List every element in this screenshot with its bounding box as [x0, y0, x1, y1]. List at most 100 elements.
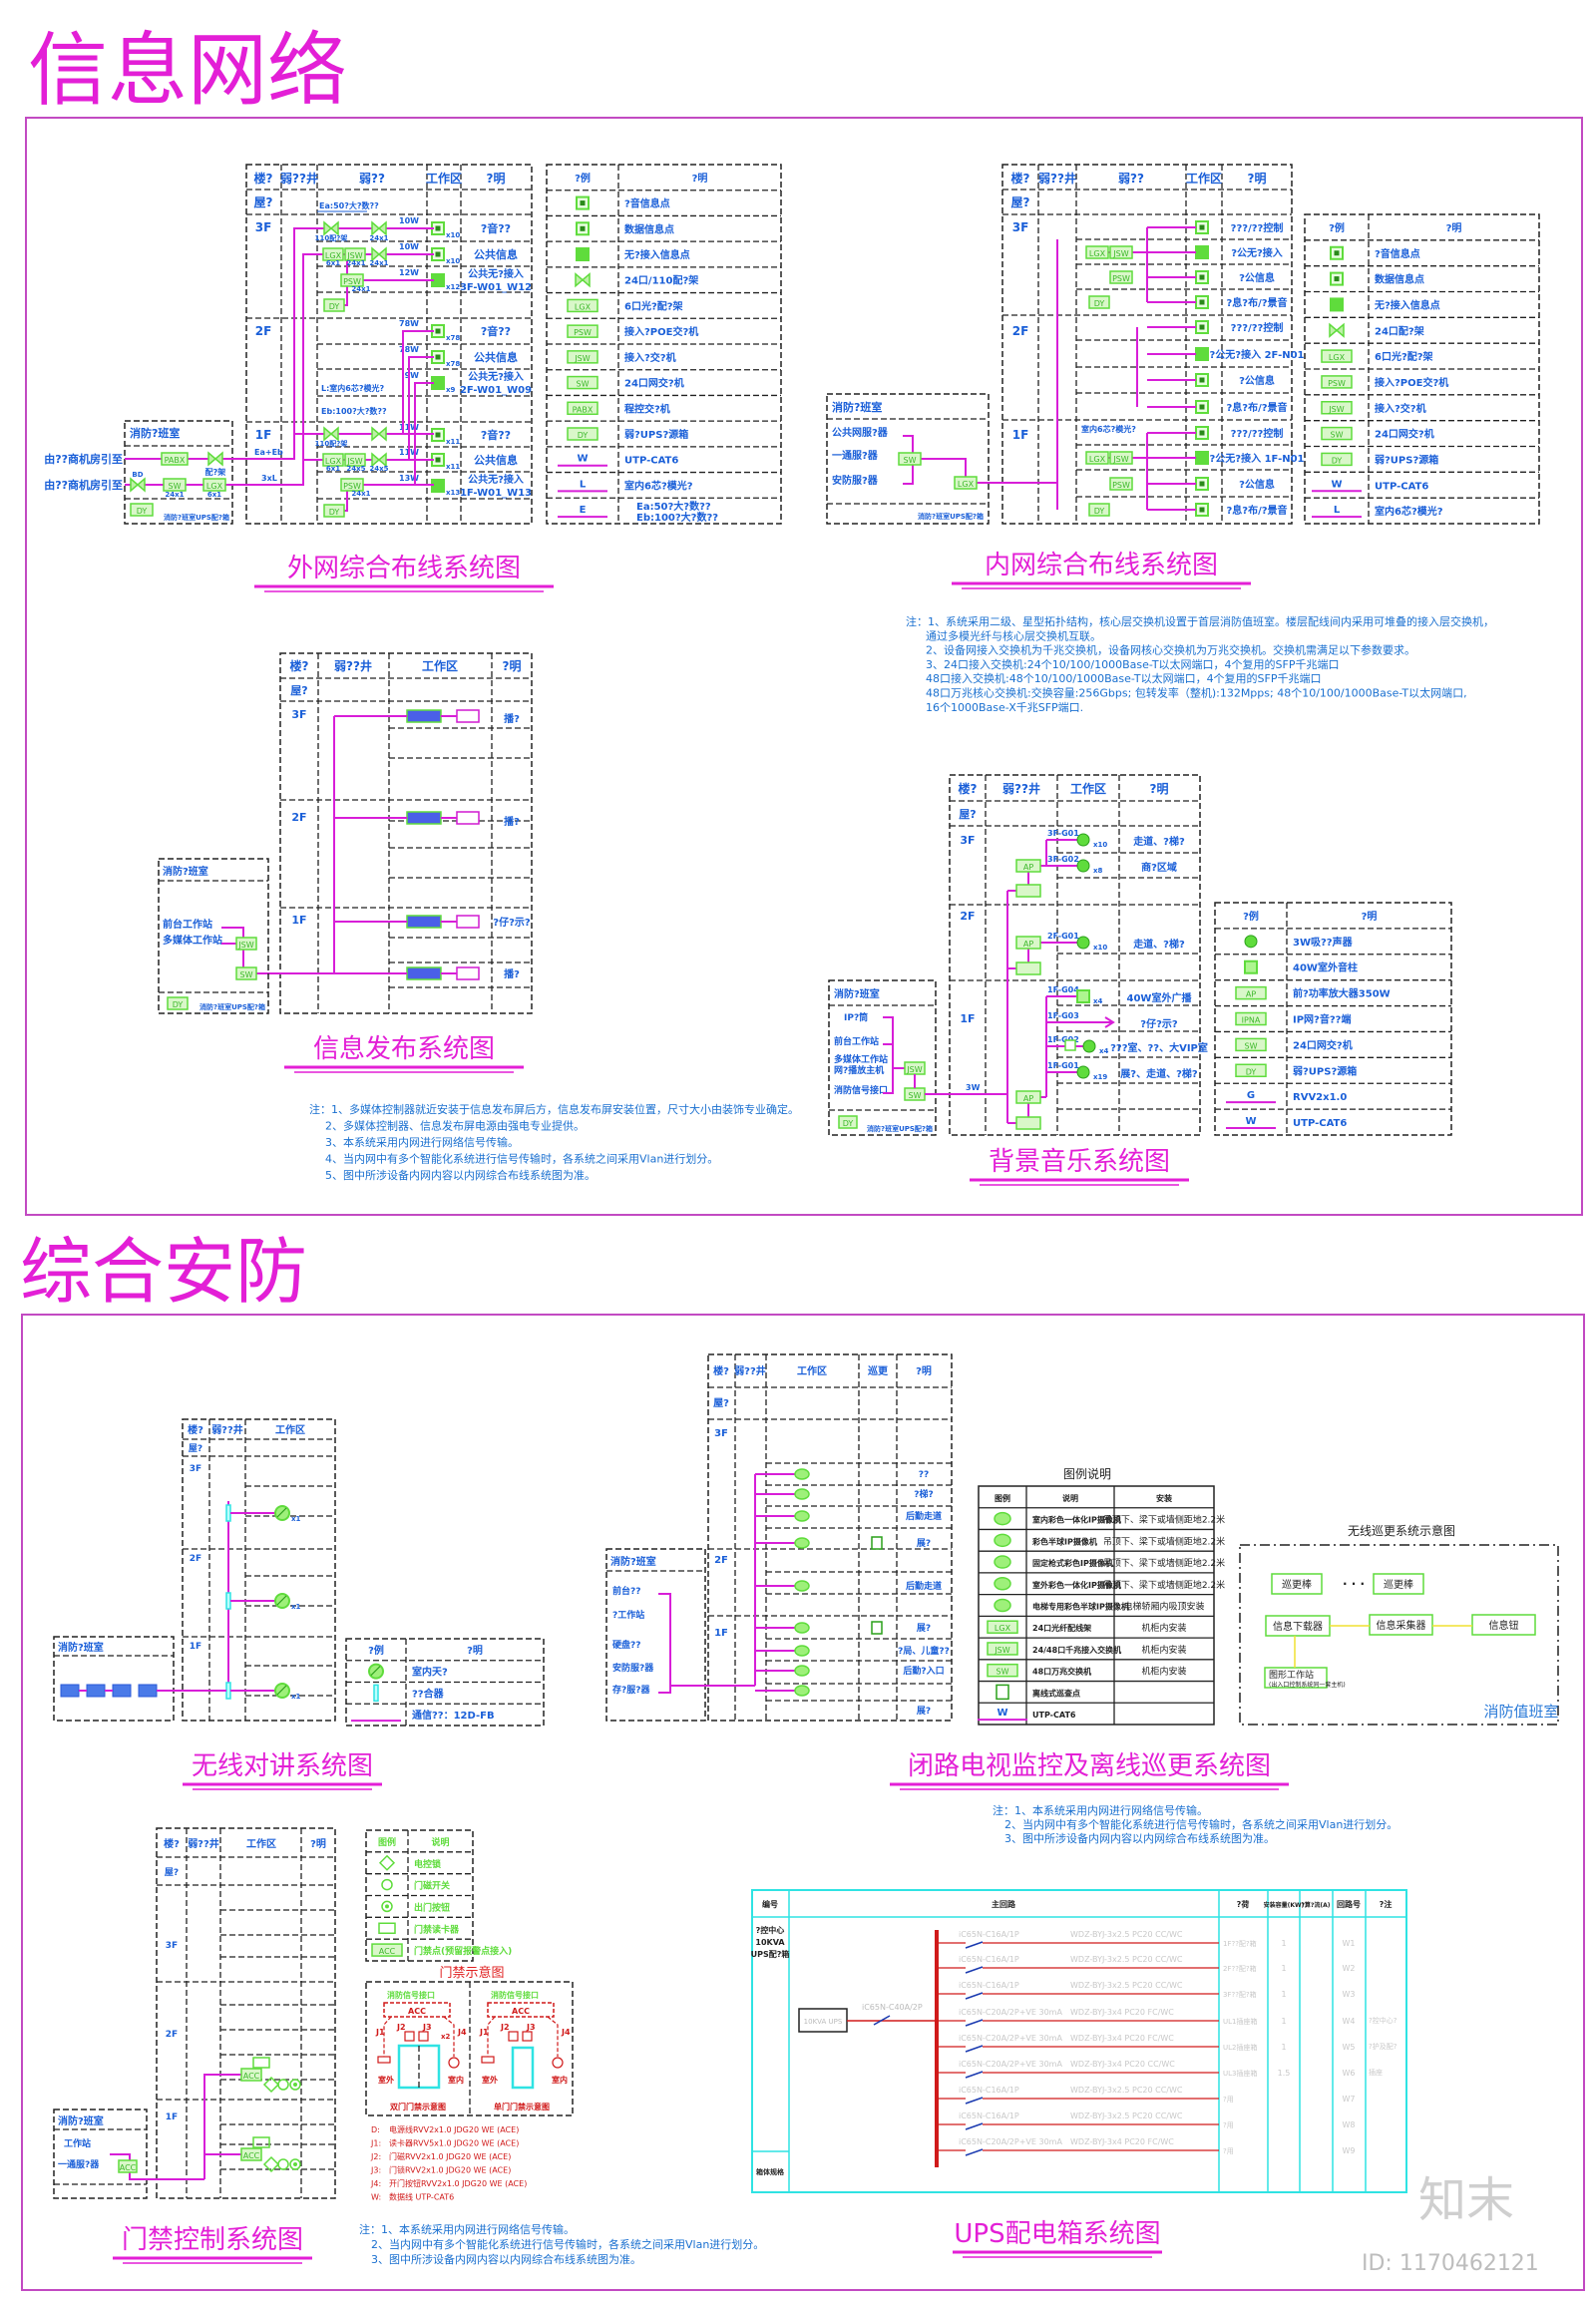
patrol-point-icon: [996, 1684, 1009, 1701]
legend-label: UTP-CAT6: [1293, 1118, 1347, 1129]
card-reader-icon: [252, 2136, 270, 2148]
device-code: IPNA: [1242, 1016, 1261, 1025]
workstation-label: 图形工作站: [1269, 1669, 1314, 1681]
room-name: 消防?班室: [834, 987, 880, 1000]
outlet-count: x12: [446, 283, 460, 291]
work-area-desc: 展?: [917, 1706, 931, 1717]
port-label: 24x1: [346, 259, 365, 267]
patrol-stick-box-label: 巡更棒: [1282, 1578, 1312, 1591]
ups-header: 主回路: [992, 1899, 1016, 1909]
floor-label: 屋?: [165, 1867, 179, 1878]
note-line: 2、设备网接入交换机为千兆交换机，设备网核心交换机为万兆交换机。交换机需满足以下…: [926, 643, 1415, 657]
legend-label: UTP-CAT6: [624, 456, 678, 467]
legend-install: 吊顶下、梁下或墙侧距地2.2米: [1103, 1514, 1225, 1526]
diagram-title: 外网综合布线系统图: [287, 554, 521, 583]
circuit-number: W3: [1343, 1990, 1356, 1999]
radio-base-station-icon: [138, 1684, 158, 1698]
floor-label: 3F: [1012, 220, 1029, 234]
fire-interface-label: 消防信号接口: [387, 1990, 435, 2000]
outlet-dot: [1199, 299, 1205, 305]
port-label: J4: [457, 2028, 467, 2037]
cable-label: WDZ-BYJ-3x4 PC20 FC/WC: [1070, 2008, 1174, 2017]
column-header: 工作区: [275, 1423, 305, 1436]
antenna-count: x1: [291, 1603, 301, 1611]
circuit-number: W9: [1343, 2146, 1356, 2155]
work-area-desc: ?局、儿童??: [898, 1645, 950, 1657]
device-code: JSW: [1112, 455, 1128, 464]
legend-label: 彩色半球IP摄像机: [1031, 1536, 1097, 1546]
section-title-network: 信息网络: [28, 24, 347, 117]
diagram-title: 背景音乐系统图: [989, 1147, 1170, 1177]
ups-header: 安装容量(KW): [1264, 1901, 1305, 1909]
diagram-title: 闭路电视监控及离线巡更系统图: [908, 1751, 1271, 1781]
inside-label: 室内: [448, 2075, 464, 2085]
column-header: 工作区: [426, 171, 462, 186]
breaker-icon: [965, 2045, 984, 2053]
work-area-desc: ???/??控制: [1231, 321, 1284, 334]
breaker-icon: [965, 2122, 984, 2130]
patch-panel-icon: [323, 426, 339, 442]
device-code: LGX: [206, 482, 223, 491]
info-screen-icon: [406, 915, 442, 929]
antenna-icon: [274, 1683, 290, 1699]
door-magnet-icon: [508, 2031, 519, 2042]
legend-label: 24口网交?机: [1293, 1038, 1353, 1051]
column-header: 工作区: [422, 658, 458, 673]
device-code: SW: [909, 1091, 922, 1100]
work-area-desc: 展?: [917, 1623, 931, 1634]
wire-count: 9W: [405, 371, 420, 380]
outlet-dot: [435, 328, 441, 334]
legend-label: 通信??：12D-FB: [412, 1709, 495, 1722]
antenna-icon: [274, 1593, 290, 1609]
info-downloader-box-label: 信息下载器: [1273, 1620, 1323, 1633]
floor-label: 1F: [255, 428, 272, 442]
port-label: 6x1: [326, 259, 340, 267]
patch-panel-icon: [371, 220, 387, 236]
drawing-sheet: 信息网络综合安防楼? 弱??井 弱?? 工作区 ?明屋?3F2F1Fx1010W?音??…: [20, 24, 1585, 2291]
device-code: DY: [173, 1000, 184, 1009]
legend-label: 数据信息点: [624, 222, 674, 235]
column-header: 楼?: [188, 1423, 203, 1436]
media-controller-icon: [456, 709, 480, 723]
room-name: 消防?班室: [832, 400, 882, 414]
lock-icon: [522, 2031, 533, 2042]
outlet-count: x13: [446, 489, 460, 497]
floor-label: 2F: [166, 2030, 178, 2040]
legend-label: 24口网交?机: [624, 377, 684, 390]
breaker-icon: [965, 2019, 984, 2027]
load-label: UL3插座箱: [1223, 2069, 1257, 2078]
legend-label: IP网?音??端: [1293, 1013, 1351, 1026]
outlet-dot: [1199, 430, 1205, 436]
breaker-label: iC65N-C16A/1P: [959, 1955, 1019, 1964]
radio-base-station-icon: [60, 1684, 80, 1698]
patrol-stick-box-label: 巡更棒: [1384, 1578, 1413, 1591]
room-name: 消防?班室: [130, 426, 180, 440]
work-area-desc: 3F-W01_W12: [460, 282, 532, 293]
source-label: IP?筒: [844, 1011, 868, 1023]
device-code: AP: [1023, 1094, 1033, 1103]
card-reader-icon: [252, 2057, 270, 2069]
device-code: AP: [1023, 940, 1033, 949]
lock-icon: [418, 2031, 429, 2042]
legend-label: 固定枪式彩色IP摄像机: [1032, 1558, 1113, 1568]
work-area-desc: ???/??控制: [1231, 427, 1284, 440]
legend-label: 接入?POE交?机: [1375, 376, 1448, 389]
floor-label: 3F: [190, 1464, 201, 1474]
breaker-icon: [965, 2071, 984, 2079]
input-label: 由??商机房引至: [44, 452, 123, 466]
cable-code: J1:: [370, 2139, 381, 2148]
wireless-outlet-icon: [1195, 451, 1209, 465]
legend-label: 弱?UPS?源箱: [624, 428, 688, 441]
main-breaker-label: iC65N-C40A/2P: [862, 2003, 923, 2012]
device-code: DY: [843, 1119, 854, 1128]
info-screen-icon: [406, 811, 442, 825]
speaker-count: x10: [1093, 841, 1107, 849]
work-area-desc: ?音??: [481, 428, 511, 442]
note-line: 5、图中所涉设备内网内容以内网综合布线系统图为准。: [325, 1168, 596, 1182]
cable-code: E: [580, 505, 587, 516]
work-area-desc: ?息?布/?景音: [1226, 296, 1287, 309]
patrol-point-icon: [871, 1536, 883, 1550]
port-label: 24x1: [165, 491, 184, 499]
legend-label: 3W吸??声器: [1293, 936, 1354, 949]
diagram-title: 门禁控制系统图: [122, 2225, 303, 2255]
